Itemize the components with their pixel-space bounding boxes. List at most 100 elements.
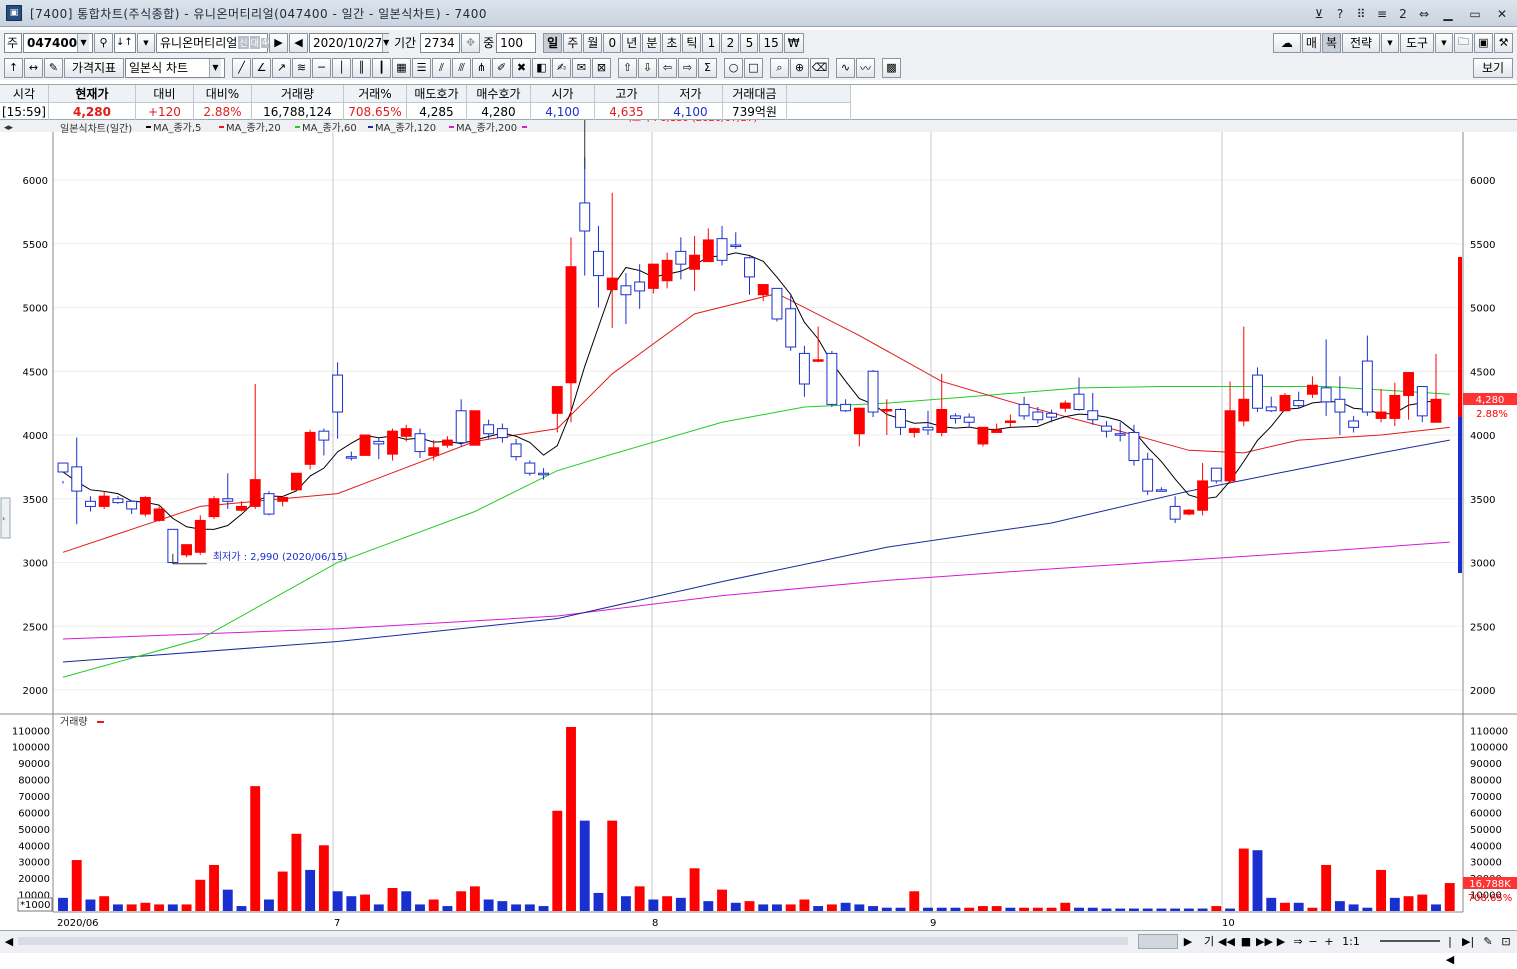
- minimize-icon[interactable]: ▁: [1436, 4, 1460, 24]
- cloud-icon[interactable]: ☁: [1272, 32, 1301, 53]
- tools-dropdown-icon[interactable]: ▼: [1435, 32, 1453, 53]
- text-icon[interactable]: Ʃ: [698, 57, 717, 78]
- rectangle-icon[interactable]: □: [744, 57, 763, 78]
- edit-chart-icon[interactable]: ✎: [1480, 933, 1496, 951]
- play-icon[interactable]: ▶: [1274, 933, 1288, 951]
- count-input[interactable]: 100: [496, 32, 537, 53]
- period-month-button[interactable]: 월: [583, 32, 603, 53]
- period-year-button[interactable]: 년: [622, 32, 642, 53]
- scroll-right-icon[interactable]: ▶: [1182, 933, 1194, 951]
- trendline-icon[interactable]: ╱: [232, 57, 251, 78]
- sort-button[interactable]: ↓↑: [114, 32, 136, 53]
- channel-icon[interactable]: ⫽: [432, 57, 451, 78]
- edit-icon[interactable]: ✎: [44, 57, 63, 78]
- window-number[interactable]: 2: [1394, 4, 1412, 24]
- period-input[interactable]: 2734: [420, 32, 461, 53]
- period-quarter-button[interactable]: 0: [603, 32, 622, 53]
- circle-icon[interactable]: ○: [724, 57, 743, 78]
- tools-button[interactable]: 도구: [1400, 32, 1434, 53]
- pen-icon[interactable]: ✐: [492, 57, 511, 78]
- scroll-track[interactable]: [18, 937, 1128, 945]
- parallel-icon[interactable]: ⫻: [452, 57, 471, 78]
- wrench-icon[interactable]: ⚒: [1494, 32, 1513, 53]
- time-zone-icon[interactable]: ┃: [372, 57, 391, 78]
- arrows-horizontal-icon[interactable]: ↔: [24, 57, 43, 78]
- chevron-down-icon[interactable]: ▼: [137, 32, 155, 53]
- arrow-up-icon[interactable]: ↑: [4, 57, 23, 78]
- duplicate-button[interactable]: 복: [1321, 32, 1341, 53]
- cross-tools-icon[interactable]: ✖: [512, 57, 531, 78]
- period-5-button[interactable]: 5: [740, 32, 759, 53]
- pin-icon[interactable]: ⊻: [1310, 4, 1328, 24]
- fast-forward-icon[interactable]: ▶▶: [1256, 933, 1273, 951]
- next-stock-icon[interactable]: ▶: [269, 32, 288, 53]
- rewind-icon[interactable]: ◀◀: [1218, 933, 1235, 951]
- pitchfork-icon[interactable]: ⋔: [472, 57, 491, 78]
- stock-chart[interactable]: ◂▸ 2000 2000 2500 2500 3000 3000 3500 3500 4000 4…: [0, 120, 1517, 930]
- wave-icon[interactable]: ∿: [836, 57, 855, 78]
- note-icon[interactable]: ✉: [572, 57, 591, 78]
- step-icon[interactable]: ⇒: [1290, 933, 1306, 951]
- vertical-line-icon[interactable]: │: [332, 57, 351, 78]
- scroll-thumb[interactable]: [1138, 934, 1178, 949]
- period-day-button[interactable]: 일: [543, 32, 563, 53]
- fan-icon[interactable]: ≋: [292, 57, 311, 78]
- right-arrow-icon[interactable]: ⇨: [678, 57, 697, 78]
- ray-icon[interactable]: ↗: [272, 57, 291, 78]
- trade-button[interactable]: 매: [1301, 32, 1321, 53]
- period-2-button[interactable]: 2: [721, 32, 740, 53]
- period-tick-button[interactable]: 틱: [682, 32, 702, 53]
- down-arrow-icon[interactable]: ⇩: [638, 57, 657, 78]
- ratio-icon[interactable]: 1:1: [1340, 933, 1362, 951]
- zoom-area-icon[interactable]: ⊕: [790, 57, 809, 78]
- left-arrow-icon[interactable]: ⇦: [658, 57, 677, 78]
- last-page-icon[interactable]: ▶|: [1462, 933, 1474, 951]
- drag-icon[interactable]: ✥: [461, 32, 481, 53]
- indicator-button[interactable]: 가격지표: [64, 57, 124, 78]
- layout-icon[interactable]: ≡: [1373, 4, 1391, 24]
- delete-drawing-icon[interactable]: ⌫: [810, 57, 829, 78]
- restore-icon[interactable]: ⇔: [1415, 4, 1433, 24]
- currency-button[interactable]: ₩: [783, 32, 804, 53]
- color-icon[interactable]: ◧: [532, 57, 551, 78]
- period-minute-button[interactable]: 분: [642, 32, 662, 53]
- horizontal-line-icon[interactable]: ─: [312, 57, 331, 78]
- strategy-dropdown-icon[interactable]: ▼: [1381, 32, 1399, 53]
- brush-icon[interactable]: ✍: [552, 57, 571, 78]
- scroll-left-icon[interactable]: ◀: [2, 933, 16, 951]
- zoom-in-icon[interactable]: +: [1322, 933, 1336, 951]
- maximize-icon[interactable]: ▭: [1463, 4, 1487, 24]
- stock-code-input[interactable]: 047400 ▼: [23, 32, 93, 53]
- angle-icon[interactable]: ∠: [252, 57, 271, 78]
- folder-icon[interactable]: 🗀: [1454, 32, 1473, 53]
- lock-icon[interactable]: ⊡: [1498, 933, 1514, 951]
- chevron-down-icon[interactable]: ▼: [77, 33, 89, 52]
- market-select[interactable]: 주: [4, 32, 22, 53]
- prev-stock-icon[interactable]: ◀: [289, 32, 308, 53]
- zoom-slider[interactable]: [1380, 940, 1440, 942]
- box-icon[interactable]: ⊠: [592, 57, 611, 78]
- zoom-icon[interactable]: ⌕: [770, 57, 789, 78]
- zoom-out-icon[interactable]: −: [1306, 933, 1320, 951]
- panel-toggle-icon[interactable]: ◂▸: [4, 123, 14, 133]
- view-button[interactable]: 보기: [1473, 57, 1513, 78]
- strategy-button[interactable]: 전략: [1342, 32, 1380, 53]
- color-box-icon[interactable]: ▩: [882, 57, 901, 78]
- pattern-icon[interactable]: 〰: [856, 57, 875, 78]
- periods-shortcut-icon[interactable]: 기: [1200, 933, 1218, 951]
- up-arrow-icon[interactable]: ⇧: [618, 57, 637, 78]
- search-icon[interactable]: ⚲: [94, 32, 113, 53]
- date-input[interactable]: 2020/10/27 ▼: [309, 32, 390, 53]
- calendar-icon[interactable]: ▼: [382, 33, 390, 52]
- help-icon[interactable]: ?: [1331, 4, 1349, 24]
- period-15-button[interactable]: 15: [759, 32, 783, 53]
- retracement-icon[interactable]: ☰: [412, 57, 431, 78]
- fibo-time-icon[interactable]: ║: [352, 57, 371, 78]
- expand-arrow-icon[interactable]: ›: [2, 514, 5, 523]
- first-page-icon[interactable]: |◀: [1444, 933, 1456, 966]
- grid-icon[interactable]: ▦: [392, 57, 411, 78]
- save-icon[interactable]: ▣: [1474, 32, 1493, 53]
- chevron-down-icon[interactable]: ▼: [209, 58, 221, 77]
- period-week-button[interactable]: 주: [563, 32, 583, 53]
- period-second-button[interactable]: 초: [662, 32, 682, 53]
